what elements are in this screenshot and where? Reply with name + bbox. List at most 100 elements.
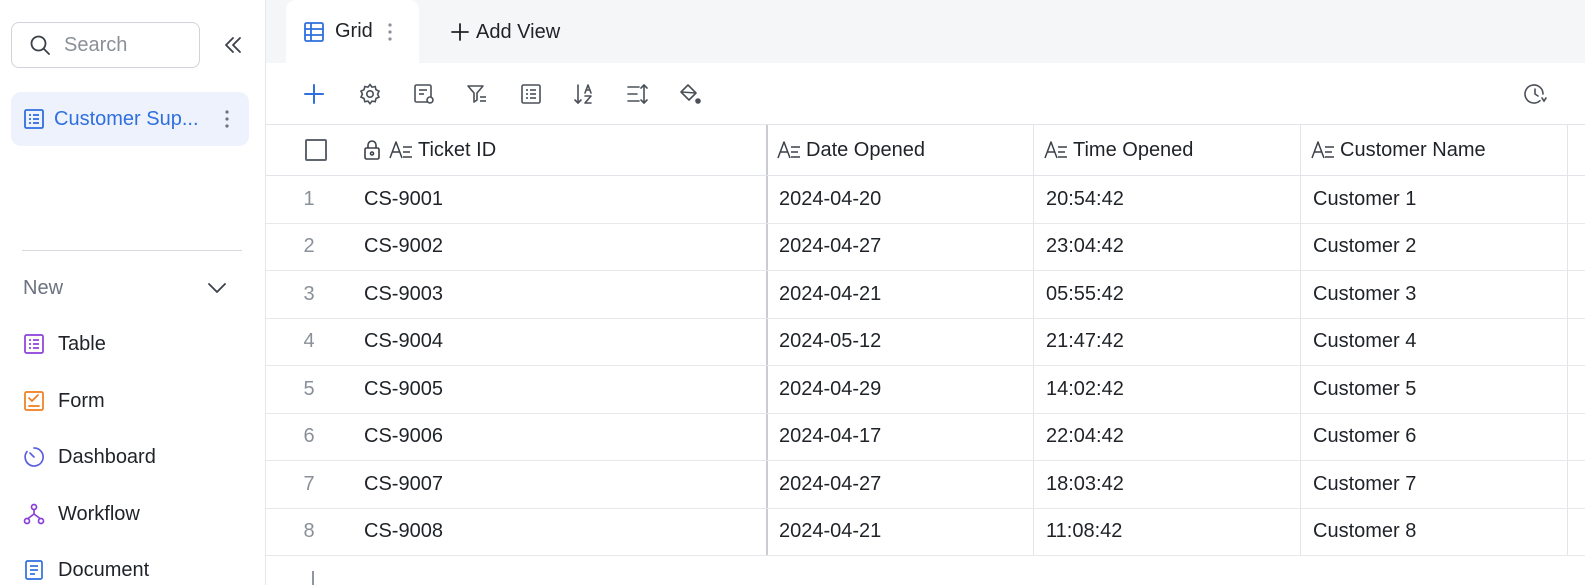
new-workflow-item[interactable]: Workflow bbox=[22, 498, 140, 530]
column-divider bbox=[766, 271, 768, 318]
column-header-ticket-id[interactable]: Ticket ID bbox=[362, 125, 496, 175]
cell-time-opened[interactable]: 22:04:42 bbox=[1046, 414, 1124, 461]
cell-ticket-id[interactable]: CS-9005 bbox=[364, 366, 443, 413]
cell-time-opened[interactable]: 20:54:42 bbox=[1046, 176, 1124, 223]
search-icon bbox=[30, 35, 50, 55]
add-view-button[interactable]: Add View bbox=[450, 18, 560, 46]
column-divider bbox=[766, 176, 768, 223]
column-divider bbox=[1300, 366, 1301, 413]
workflow-icon bbox=[23, 503, 45, 525]
filter-icon bbox=[467, 85, 486, 103]
cell-customer-name[interactable]: Customer 8 bbox=[1313, 509, 1416, 556]
cell-customer-name[interactable]: Customer 5 bbox=[1313, 366, 1416, 413]
column-divider[interactable] bbox=[1300, 125, 1301, 175]
column-divider[interactable] bbox=[1033, 125, 1034, 175]
column-divider bbox=[766, 461, 768, 508]
cell-date-opened[interactable]: 2024-04-29 bbox=[779, 366, 881, 413]
cell-ticket-id[interactable]: CS-9001 bbox=[364, 176, 443, 223]
column-divider bbox=[1567, 176, 1568, 223]
new-item-label: Workflow bbox=[58, 502, 140, 525]
settings-button[interactable] bbox=[356, 80, 384, 108]
cell-time-opened[interactable]: 18:03:42 bbox=[1046, 461, 1124, 508]
new-document-item[interactable]: Document bbox=[22, 554, 149, 585]
frozen-column-divider[interactable] bbox=[766, 125, 768, 175]
cell-date-opened[interactable]: 2024-04-27 bbox=[779, 224, 881, 271]
cell-customer-name[interactable]: Customer 6 bbox=[1313, 414, 1416, 461]
search-input[interactable]: Search bbox=[11, 22, 200, 68]
row-number: 6 bbox=[303, 425, 315, 448]
new-section-toggle[interactable]: New bbox=[23, 272, 228, 304]
cell-ticket-id[interactable]: CS-9002 bbox=[364, 224, 443, 271]
add-row-indicator[interactable] bbox=[312, 571, 314, 585]
column-header-date-opened[interactable]: Date Opened bbox=[776, 125, 925, 175]
cell-customer-name[interactable]: Customer 3 bbox=[1313, 271, 1416, 318]
table-row[interactable]: 2 CS-9002 2024-04-27 23:04:42 Customer 2 bbox=[266, 223, 1585, 271]
column-header-customer-name[interactable]: Customer Name bbox=[1310, 125, 1486, 175]
table-row[interactable]: 4 CS-9004 2024-05-12 21:47:42 Customer 4 bbox=[266, 318, 1585, 366]
sidebar-item-customer-support[interactable]: Customer Sup... bbox=[11, 92, 249, 146]
new-table-item[interactable]: Table bbox=[22, 328, 106, 360]
grid-icon bbox=[304, 21, 324, 42]
cell-customer-name[interactable]: Customer 1 bbox=[1313, 176, 1416, 223]
cell-ticket-id[interactable]: CS-9008 bbox=[364, 509, 443, 556]
select-all-checkbox[interactable] bbox=[305, 125, 327, 175]
history-button[interactable] bbox=[1521, 80, 1549, 108]
form-icon bbox=[24, 391, 44, 411]
add-record-button[interactable] bbox=[300, 80, 328, 108]
text-field-icon bbox=[389, 141, 412, 159]
cell-date-opened[interactable]: 2024-04-21 bbox=[779, 271, 881, 318]
table-row[interactable]: 1 CS-9001 2024-04-20 20:54:42 Customer 1 bbox=[266, 176, 1585, 224]
new-dashboard-item[interactable]: Dashboard bbox=[22, 441, 156, 473]
cell-ticket-id[interactable]: CS-9004 bbox=[364, 319, 443, 366]
table-row[interactable]: 8 CS-9008 2024-04-21 11:08:42 Customer 8 bbox=[266, 508, 1585, 556]
cell-date-opened[interactable]: 2024-05-12 bbox=[779, 319, 881, 366]
table-row[interactable]: 6 CS-9006 2024-04-17 22:04:42 Customer 6 bbox=[266, 413, 1585, 461]
cell-time-opened[interactable]: 05:55:42 bbox=[1046, 271, 1124, 318]
cell-date-opened[interactable]: 2024-04-21 bbox=[779, 509, 881, 556]
column-divider bbox=[1033, 461, 1034, 508]
column-divider bbox=[1567, 413, 1568, 460]
collapse-sidebar-button[interactable] bbox=[218, 30, 248, 60]
cell-customer-name[interactable]: Customer 4 bbox=[1313, 319, 1416, 366]
cell-ticket-id[interactable]: CS-9007 bbox=[364, 461, 443, 508]
cell-customer-name[interactable]: Customer 2 bbox=[1313, 224, 1416, 271]
more-options-icon[interactable] bbox=[217, 107, 237, 131]
new-item-label: Table bbox=[58, 332, 106, 355]
column-header-label: Time Opened bbox=[1073, 138, 1194, 161]
checkbox[interactable] bbox=[305, 139, 327, 161]
column-divider bbox=[1300, 318, 1301, 365]
group-button[interactable] bbox=[517, 80, 545, 108]
cell-ticket-id[interactable]: CS-9006 bbox=[364, 414, 443, 461]
field-settings-button[interactable] bbox=[410, 80, 438, 108]
cell-customer-name[interactable]: Customer 7 bbox=[1313, 461, 1416, 508]
row-number: 5 bbox=[303, 377, 315, 400]
new-form-item[interactable]: Form bbox=[22, 385, 105, 417]
cell-date-opened[interactable]: 2024-04-20 bbox=[779, 176, 881, 223]
more-options-icon[interactable] bbox=[387, 22, 393, 42]
cell-date-opened[interactable]: 2024-04-27 bbox=[779, 461, 881, 508]
cell-time-opened[interactable]: 21:47:42 bbox=[1046, 319, 1124, 366]
cell-time-opened[interactable]: 11:08:42 bbox=[1046, 509, 1122, 556]
color-fill-button[interactable] bbox=[676, 80, 704, 108]
column-divider[interactable] bbox=[1567, 125, 1568, 175]
sort-button[interactable] bbox=[570, 80, 598, 108]
cell-ticket-id[interactable]: CS-9003 bbox=[364, 271, 443, 318]
row-height-button[interactable] bbox=[623, 80, 651, 108]
view-tab-bar: Grid Add View bbox=[266, 0, 1585, 63]
filter-button[interactable] bbox=[463, 80, 491, 108]
tab-grid[interactable]: Grid bbox=[286, 0, 419, 63]
column-header-time-opened[interactable]: Time Opened bbox=[1043, 125, 1193, 175]
table-row[interactable]: 5 CS-9005 2024-04-29 14:02:42 Customer 5 bbox=[266, 366, 1585, 414]
cell-time-opened[interactable]: 23:04:42 bbox=[1046, 224, 1124, 271]
column-divider bbox=[1033, 318, 1034, 365]
search-placeholder: Search bbox=[64, 33, 128, 56]
column-divider bbox=[1300, 176, 1301, 223]
document-icon bbox=[25, 560, 43, 580]
cell-time-opened[interactable]: 14:02:42 bbox=[1046, 366, 1124, 413]
table-row[interactable]: 3 CS-9003 2024-04-21 05:55:42 Customer 3 bbox=[266, 271, 1585, 319]
column-divider bbox=[1567, 271, 1568, 318]
table-row[interactable]: 7 CS-9007 2024-04-27 18:03:42 Customer 7 bbox=[266, 461, 1585, 509]
cell-date-opened[interactable]: 2024-04-17 bbox=[779, 414, 881, 461]
field-settings-icon bbox=[414, 84, 434, 104]
table-icon bbox=[24, 109, 44, 129]
